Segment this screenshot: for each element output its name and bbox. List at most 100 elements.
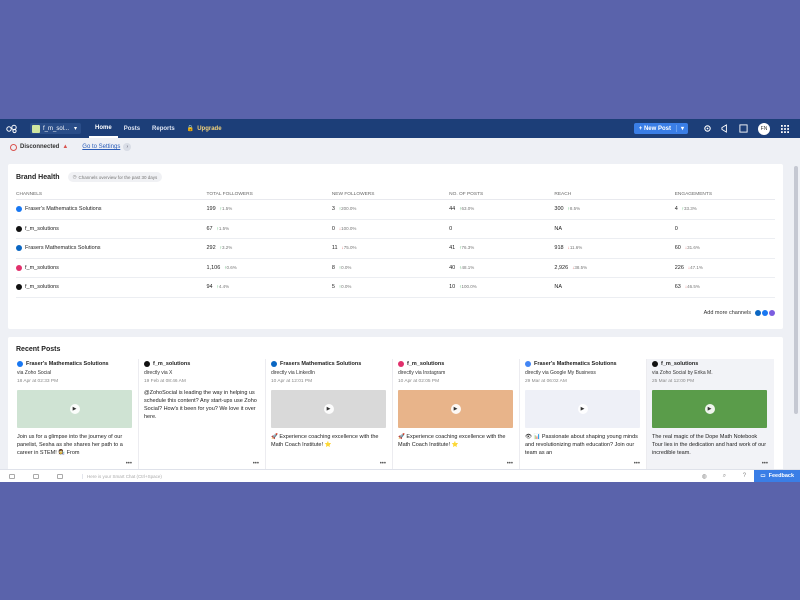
table-row[interactable]: f_m_solutions 94 4.4% 5 0.0% 10100.0% NA 63 46.5… bbox=[16, 277, 775, 298]
metric-value: 918 bbox=[554, 245, 564, 252]
metric-delta: 0.0% bbox=[339, 284, 352, 289]
more-options-icon[interactable]: ••• bbox=[762, 461, 768, 467]
new-post-button[interactable]: + New Post ▾ bbox=[633, 123, 688, 134]
nav-reports[interactable]: Reports bbox=[146, 119, 181, 138]
smart-chat-input[interactable]: Here is your Smart Chat (Ctrl+Space) bbox=[82, 473, 162, 479]
metric-value: 2,926 bbox=[554, 264, 569, 271]
metric-value: 199 bbox=[206, 206, 216, 213]
table-row[interactable]: f_m_solutions 1,1060.6% 8 0.0% 4048.1% 2,9263… bbox=[16, 258, 775, 278]
play-icon[interactable]: ▶ bbox=[323, 404, 334, 414]
post-card[interactable]: Frasers Mathematics Solutions directly vi… bbox=[266, 359, 393, 469]
channel-icon bbox=[271, 361, 277, 367]
table-row[interactable]: f_m_solutions 67 1.5% 0 100.0% 0 NA 0 bbox=[16, 219, 775, 239]
metric-delta: 8.5% bbox=[568, 206, 581, 211]
expand-icon[interactable] bbox=[738, 124, 748, 134]
facebook-dot-icon bbox=[762, 310, 768, 316]
metric-delta: 46.5% bbox=[685, 284, 700, 289]
post-thumbnail[interactable]: ▶ bbox=[525, 390, 640, 428]
more-options-icon[interactable]: ••• bbox=[507, 461, 513, 467]
metric-delta: 11.6% bbox=[568, 245, 583, 250]
post-author: Fraser's Mathematics Solutions bbox=[534, 361, 617, 367]
metric-value: 10 bbox=[449, 284, 456, 291]
more-options-icon[interactable]: ••• bbox=[634, 461, 640, 467]
contacts-icon[interactable] bbox=[48, 473, 72, 479]
instagram-dot-icon bbox=[769, 310, 775, 316]
nav-home[interactable]: Home bbox=[89, 119, 118, 138]
metric-value: 8 bbox=[331, 264, 335, 271]
table-row[interactable]: Fraser's Mathematics Solutions 199 1.5% 3 20… bbox=[16, 199, 775, 220]
post-source: via Zoho Social bbox=[17, 370, 52, 376]
more-options-icon[interactable]: ••• bbox=[126, 461, 132, 467]
megaphone-icon[interactable] bbox=[720, 124, 730, 134]
clock-icon: ◷ bbox=[72, 174, 77, 179]
chevron-down-icon: ▾ bbox=[74, 126, 78, 132]
more-options-icon[interactable]: ••• bbox=[380, 461, 386, 467]
metric-value: 5 bbox=[331, 284, 335, 291]
channel-name: f_m_solutions bbox=[25, 284, 59, 291]
nav-posts[interactable]: Posts bbox=[118, 119, 146, 138]
recent-posts-title: Recent Posts bbox=[16, 346, 61, 353]
post-source: directly via LinkedIn bbox=[271, 370, 315, 376]
arrow-right-icon[interactable]: › bbox=[123, 143, 132, 151]
add-more-channels-link[interactable]: Add more channels bbox=[704, 310, 775, 316]
recent-posts-card: Recent Posts Fraser's Mathematics Soluti… bbox=[8, 337, 783, 472]
table-row[interactable]: Frasers Mathematics Solutions 292 3.2% 11 75… bbox=[16, 238, 775, 259]
new-post-label: + New Post bbox=[638, 125, 671, 132]
help-icon[interactable]: ? bbox=[734, 473, 754, 479]
post-card[interactable]: f_m_solutions via Zoho Social by Erika M.… bbox=[647, 359, 774, 469]
upgrade-label: Upgrade bbox=[197, 125, 222, 132]
metric-delta: 3.2% bbox=[220, 245, 233, 250]
metric-value: 44 bbox=[449, 206, 456, 213]
vertical-scrollbar[interactable] bbox=[793, 164, 799, 474]
post-thumbnail[interactable]: ▶ bbox=[271, 390, 386, 428]
feedback-button[interactable]: ▭ Feedback bbox=[754, 469, 800, 482]
metric-delta: 33.3% bbox=[682, 206, 697, 211]
channels-icon[interactable] bbox=[24, 473, 48, 479]
search-icon[interactable]: ⌕ bbox=[714, 473, 734, 480]
brand-health-title: Brand Health bbox=[16, 173, 60, 181]
post-card[interactable]: Fraser's Mathematics Solutions via Zoho S… bbox=[12, 359, 139, 469]
column-header: REACH bbox=[554, 190, 675, 200]
channel-name: f_m_solutions bbox=[25, 225, 59, 232]
apps-grid-icon[interactable] bbox=[780, 124, 790, 134]
post-thumbnail[interactable]: ▶ bbox=[652, 390, 767, 428]
post-thumbnail[interactable]: ▶ bbox=[17, 390, 132, 428]
notification-icon[interactable]: ◍ bbox=[694, 473, 714, 480]
chevron-down-icon[interactable]: ▾ bbox=[675, 125, 688, 132]
go-to-settings-link[interactable]: Go to Settings bbox=[82, 144, 120, 150]
play-icon[interactable]: ▶ bbox=[704, 404, 715, 414]
metric-delta: 75.0% bbox=[342, 245, 357, 250]
brand-health-card: Brand Health ◷ Channels overview for the… bbox=[8, 164, 783, 329]
channel-name: Frasers Mathematics Solutions bbox=[25, 245, 101, 252]
metric-value: 0 bbox=[674, 225, 678, 232]
post-text: @ZohoSocial is leading the way in helpin… bbox=[144, 390, 257, 420]
connection-status-bar: Disconnected ▲ Go to Settings › bbox=[0, 138, 800, 156]
play-icon[interactable]: ▶ bbox=[450, 404, 461, 414]
avatar[interactable]: FN bbox=[758, 122, 770, 135]
metric-delta: 38.5% bbox=[572, 265, 587, 270]
play-icon[interactable]: ▶ bbox=[577, 404, 588, 414]
column-header: ENGAGEMENTS bbox=[674, 190, 775, 200]
post-card[interactable]: f_m_solutions directly via Instagram 10 Ap… bbox=[393, 359, 520, 469]
channel-icon bbox=[16, 245, 22, 252]
post-card[interactable]: Fraser's Mathematics Solutions directly v… bbox=[520, 359, 647, 469]
post-text: The real magic of the Dope Math Notebook… bbox=[652, 434, 767, 456]
column-header: CHANNELS bbox=[16, 190, 207, 200]
upgrade-link[interactable]: 🔒 Upgrade bbox=[181, 125, 222, 133]
column-header: NEW FOLLOWERS bbox=[331, 190, 450, 200]
post-author: f_m_solutions bbox=[661, 361, 699, 367]
brand-selector[interactable]: f_m_sol... ▾ bbox=[30, 123, 82, 134]
channel-icon bbox=[16, 284, 22, 291]
metric-delta: 0.0% bbox=[339, 265, 352, 270]
chats-icon[interactable] bbox=[0, 473, 24, 479]
metric-value: NA bbox=[554, 225, 563, 232]
channel-icon bbox=[16, 264, 22, 271]
post-card[interactable]: f_m_solutions directly via X 19 Feb at 08:… bbox=[139, 359, 266, 469]
post-date: 29 Mar at 06:02 AM bbox=[525, 379, 567, 384]
zoho-social-logo-icon[interactable] bbox=[6, 123, 18, 135]
settings-icon[interactable] bbox=[702, 124, 712, 134]
play-icon[interactable]: ▶ bbox=[69, 404, 80, 414]
post-source: directly via X bbox=[144, 370, 173, 376]
more-options-icon[interactable]: ••• bbox=[253, 461, 259, 467]
post-thumbnail[interactable]: ▶ bbox=[398, 390, 513, 428]
